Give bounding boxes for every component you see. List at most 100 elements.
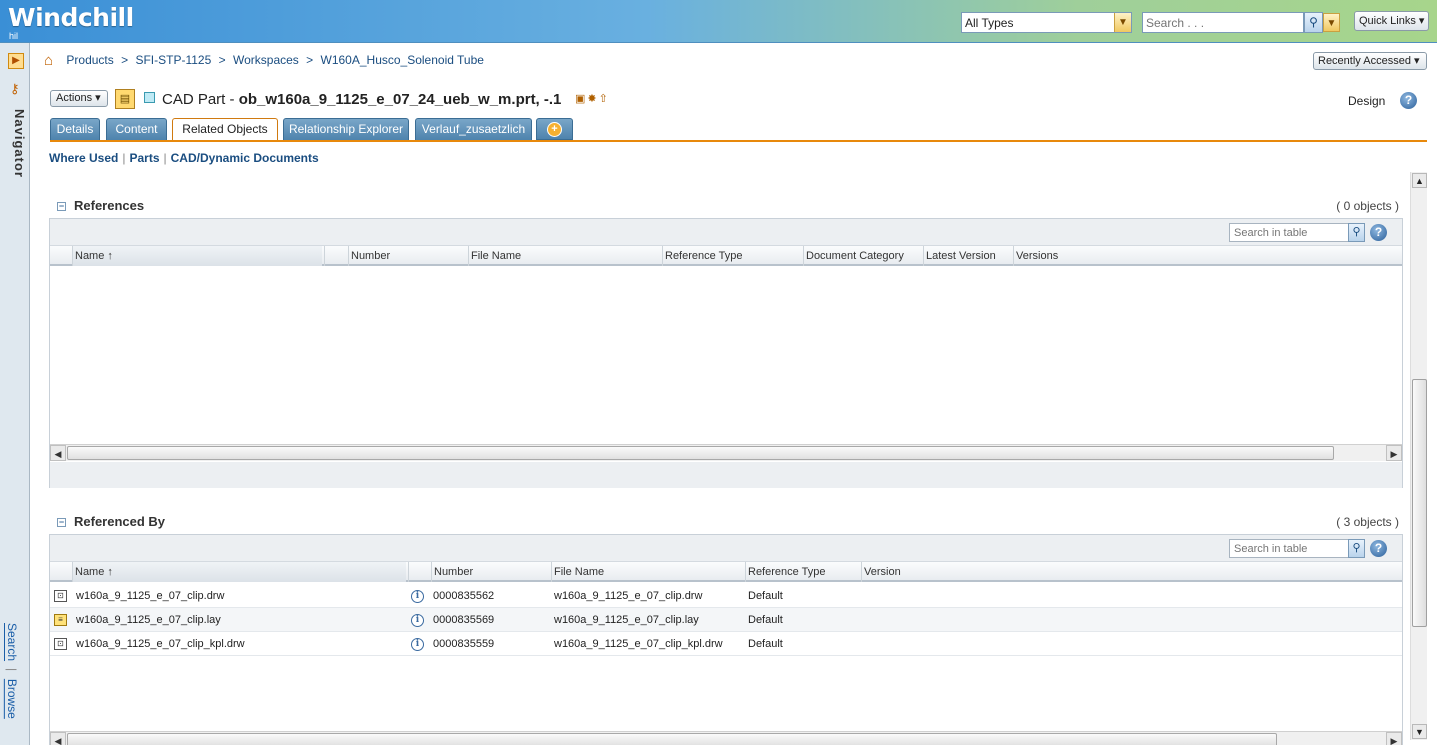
column-file-name[interactable]: File Name <box>551 562 743 582</box>
breadcrumb: ⌂ Products > SFI-STP-1125 > Workspaces >… <box>44 52 484 72</box>
navigator-label[interactable]: Navigator <box>3 109 27 219</box>
scroll-right-icon[interactable]: ▶ <box>1386 445 1402 461</box>
main-content: Actions ▾ ▤ CAD Part - ob_w160a_9_1125_e… <box>40 82 1437 745</box>
table-toolbar: ⚲ ? <box>50 219 1402 246</box>
breadcrumb-product[interactable]: SFI-STP-1125 <box>135 53 211 67</box>
column-latest-version[interactable]: Latest Version <box>923 246 1011 266</box>
help-icon[interactable]: ? <box>1370 224 1387 241</box>
referenced-by-count: ( 3 objects ) <box>1336 515 1399 529</box>
references-header[interactable]: − References <box>57 198 144 216</box>
row-file-name: w160a_9_1125_e_07_clip_kpl.drw <box>554 638 723 650</box>
row-name-link[interactable]: w160a_9_1125_e_07_clip.lay <box>76 608 221 632</box>
tab-related-objects[interactable]: Related Objects <box>172 118 278 141</box>
row-reference-type: Default <box>748 614 783 626</box>
breadcrumb-workspaces[interactable]: Workspaces <box>233 53 299 67</box>
scroll-down-icon[interactable]: ▼ <box>1412 724 1427 739</box>
scroll-thumb[interactable] <box>67 733 1277 745</box>
column-name[interactable]: Name ↑ <box>72 246 322 266</box>
referenced-by-header[interactable]: − Referenced By <box>57 514 165 532</box>
add-tab-button[interactable]: + <box>536 118 573 140</box>
search-icon[interactable]: ⚲ <box>1348 223 1365 242</box>
drawing-icon: ⊡ <box>54 638 67 650</box>
table-row[interactable]: ⊡ w160a_9_1125_e_07_clip.drw i 000083556… <box>50 584 1402 608</box>
subnav-cad-dynamic-documents[interactable]: CAD/Dynamic Documents <box>171 151 319 165</box>
breadcrumb-products[interactable]: Products <box>66 53 113 67</box>
info-icon[interactable]: i <box>411 638 424 651</box>
actions-menu-button[interactable]: Actions ▾ <box>50 90 108 107</box>
plus-icon: + <box>547 122 562 137</box>
sort-ascending-icon: ↑ <box>107 566 113 578</box>
help-icon[interactable]: ? <box>1400 92 1417 109</box>
row-name-link[interactable]: w160a_9_1125_e_07_clip_kpl.drw <box>76 632 245 656</box>
column-file-name[interactable]: File Name <box>468 246 660 266</box>
table-row[interactable]: ⊡ w160a_9_1125_e_07_clip_kpl.drw i 00008… <box>50 632 1402 656</box>
column-reference-type[interactable]: Reference Type <box>662 246 801 266</box>
windchill-logo[interactable]: Windchill <box>8 3 134 32</box>
tab-relationship-explorer[interactable]: Relationship Explorer <box>283 118 409 140</box>
search-icon[interactable]: ⚲ <box>1348 539 1365 558</box>
column-number[interactable]: Number <box>348 246 466 266</box>
references-search-input[interactable] <box>1229 223 1349 242</box>
page-vertical-scrollbar[interactable]: ▲ ▼ <box>1410 172 1427 740</box>
tab-verlauf-zusaetzlich[interactable]: Verlauf_zusaetzlich <box>415 118 532 140</box>
key-icon[interactable]: ⚷ <box>10 81 20 97</box>
breadcrumb-separator: > <box>121 53 129 67</box>
scroll-thumb[interactable] <box>67 446 1334 460</box>
search-options-chevron-icon[interactable]: ▼ <box>1323 13 1340 32</box>
chevron-down-icon[interactable]: ▼ <box>1114 13 1131 32</box>
collapse-icon[interactable]: − <box>57 202 66 211</box>
help-icon[interactable]: ? <box>1370 540 1387 557</box>
info-icon[interactable]: i <box>411 590 424 603</box>
global-search-input[interactable] <box>1142 12 1304 33</box>
search-link[interactable]: Search <box>5 623 19 661</box>
breadcrumb-separator: > <box>218 53 226 67</box>
column-reference-type[interactable]: Reference Type <box>745 562 859 582</box>
table-row[interactable]: ≡ w160a_9_1125_e_07_clip.lay i 000083556… <box>50 608 1402 632</box>
expand-navigator-icon[interactable]: ▶ <box>8 53 24 69</box>
search-icon[interactable]: ⚲ <box>1304 12 1323 33</box>
tab-content[interactable]: Content <box>106 118 167 140</box>
collapse-icon[interactable]: − <box>57 518 66 527</box>
recently-accessed-button[interactable]: Recently Accessed ▾ <box>1313 52 1427 70</box>
scroll-left-icon[interactable]: ◀ <box>50 445 66 461</box>
scroll-right-icon[interactable]: ▶ <box>1386 732 1402 745</box>
rail-links: Search | Browse <box>5 623 19 743</box>
references-count: ( 0 objects ) <box>1336 199 1399 213</box>
tab-details[interactable]: Details <box>50 118 100 140</box>
context-label: Design <box>1348 94 1386 108</box>
column-label: Name <box>75 566 105 578</box>
home-icon[interactable]: ⌂ <box>44 52 53 69</box>
table-footer <box>50 462 1402 488</box>
browse-link[interactable]: Browse <box>5 679 19 719</box>
breadcrumb-workspace[interactable]: W160A_Husco_Solenoid Tube <box>321 53 484 67</box>
divider: | <box>163 151 167 165</box>
scroll-up-icon[interactable]: ▲ <box>1412 173 1427 188</box>
type-select[interactable]: All Types ▼ <box>961 12 1132 33</box>
row-file-name: w160a_9_1125_e_07_clip.lay <box>554 614 699 626</box>
modified-icon: ✸ <box>587 93 599 105</box>
scroll-left-icon[interactable]: ◀ <box>50 732 66 745</box>
breadcrumb-separator: > <box>306 53 314 67</box>
column-version[interactable]: Version <box>861 562 1402 582</box>
horizontal-scrollbar[interactable]: ◀ ▶ <box>50 731 1402 745</box>
cube-icon <box>144 92 155 103</box>
scroll-thumb[interactable] <box>1412 379 1427 627</box>
quick-links-button[interactable]: Quick Links ▾ <box>1354 11 1429 31</box>
subnav-parts[interactable]: Parts <box>129 151 159 165</box>
referenced-by-search-input[interactable] <box>1229 539 1349 558</box>
info-icon[interactable]: i <box>411 614 424 627</box>
column-spacer <box>324 246 346 266</box>
column-name[interactable]: Name ↑ <box>72 562 406 582</box>
column-document-category[interactable]: Document Category <box>803 246 921 266</box>
table-header: Name ↑ Number File Name Reference Type D… <box>50 246 1402 266</box>
drawing-icon: ⊡ <box>54 590 67 602</box>
layout-icon: ≡ <box>54 614 67 626</box>
column-versions[interactable]: Versions <box>1013 246 1402 266</box>
subnav-where-used[interactable]: Where Used <box>49 151 118 165</box>
horizontal-scrollbar[interactable]: ◀ ▶ <box>50 444 1402 461</box>
column-number[interactable]: Number <box>431 562 549 582</box>
row-reference-type: Default <box>748 590 783 602</box>
sort-ascending-icon: ↑ <box>107 250 113 262</box>
row-number: 0000835559 <box>433 638 495 650</box>
row-name-link[interactable]: w160a_9_1125_e_07_clip.drw <box>76 584 224 608</box>
